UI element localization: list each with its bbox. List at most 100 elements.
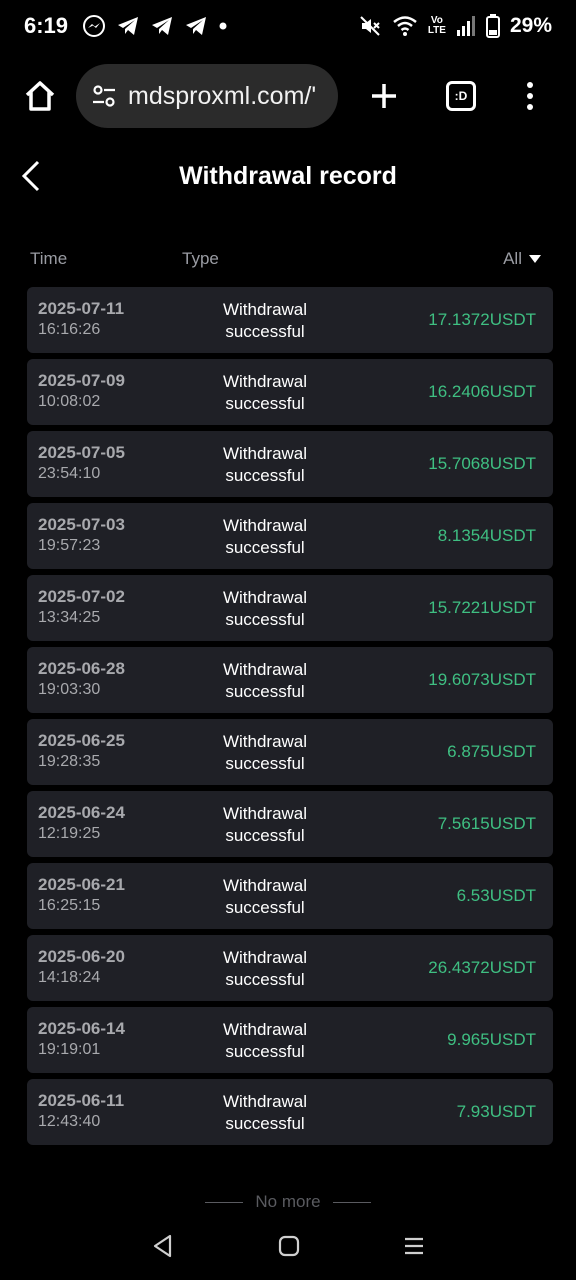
- record-time: 16:16:26: [38, 321, 101, 338]
- dot-icon: [219, 22, 227, 30]
- record-type-line2: successful: [225, 682, 305, 701]
- tab-switcher-button[interactable]: :D: [446, 81, 476, 111]
- url-text: mdsproxml.com/': [128, 81, 317, 110]
- record-row[interactable]: 2025-07-02 13:34:25 Withdrawal successful 15…: [27, 575, 553, 641]
- back-arrow-icon[interactable]: [18, 158, 50, 194]
- site-settings-icon[interactable]: [90, 82, 118, 110]
- notification-icons: [82, 14, 228, 38]
- system-nav-bar: [0, 1212, 576, 1280]
- record-row[interactable]: 2025-07-03 19:57:23 Withdrawal successful 8.…: [27, 503, 553, 569]
- record-date: 2025-06-14: [38, 1019, 125, 1038]
- record-type-line2: successful: [225, 610, 305, 629]
- record-type: Withdrawal successful: [195, 587, 335, 631]
- record-time: 19:28:35: [38, 753, 101, 770]
- column-time: Time: [30, 249, 68, 268]
- menu-dot: [527, 82, 533, 88]
- status-bar: 6:19 Vo LTE 29%: [0, 0, 576, 52]
- record-date: 2025-06-11: [38, 1091, 125, 1110]
- record-amount: 7.93USDT: [456, 1102, 536, 1121]
- record-type-line1: Withdrawal: [222, 804, 308, 823]
- nav-home-icon[interactable]: [277, 1234, 301, 1258]
- record-row[interactable]: 2025-06-28 19:03:30 Withdrawal successful 19…: [27, 647, 553, 713]
- record-time: 13:34:25: [38, 609, 101, 626]
- new-tab-button[interactable]: [364, 76, 404, 116]
- record-date: 2025-06-28: [38, 659, 125, 678]
- menu-dot: [527, 93, 533, 99]
- record-type-line2: successful: [225, 1042, 305, 1061]
- record-type-line1: Withdrawal: [222, 372, 308, 391]
- record-type-line2: successful: [225, 538, 305, 557]
- filter-dropdown[interactable]: All: [503, 249, 542, 269]
- record-time: 14:18:24: [38, 969, 101, 986]
- record-type-line1: Withdrawal: [222, 732, 308, 751]
- record-amount: 15.7068USDT: [428, 454, 536, 473]
- record-amount: 6.875USDT: [447, 742, 536, 761]
- telegram-icon: [152, 17, 173, 35]
- mute-icon: [360, 16, 380, 36]
- record-row[interactable]: 2025-06-21 16:25:15 Withdrawal successful 6.…: [27, 863, 553, 929]
- record-type-line1: Withdrawal: [222, 588, 308, 607]
- record-time: 23:54:10: [38, 465, 101, 482]
- browser-toolbar: mdsproxml.com/' :D: [0, 62, 576, 130]
- no-more-text: No more: [255, 1192, 321, 1211]
- nav-recents-icon[interactable]: [402, 1234, 426, 1258]
- record-type: Withdrawal successful: [195, 731, 335, 775]
- record-type: Withdrawal successful: [195, 515, 335, 559]
- record-type-line2: successful: [225, 1114, 305, 1133]
- record-amount: 16.2406USDT: [428, 382, 536, 401]
- record-time: 10:08:02: [38, 393, 101, 410]
- record-type: Withdrawal successful: [195, 803, 335, 847]
- record-type: Withdrawal successful: [195, 947, 335, 991]
- divider: [332, 1201, 371, 1203]
- telegram-icon: [118, 17, 139, 35]
- record-type-line2: successful: [225, 826, 305, 845]
- record-type-line2: successful: [225, 466, 305, 485]
- record-type: Withdrawal successful: [195, 659, 335, 703]
- telegram-icon: [186, 17, 207, 35]
- battery-icon: [485, 14, 500, 38]
- record-amount: 9.965USDT: [447, 1030, 536, 1049]
- record-date: 2025-07-11: [38, 299, 125, 318]
- browser-menu-button[interactable]: [520, 76, 540, 116]
- records-list: 2025-07-11 16:16:26 Withdrawal successful 17…: [27, 287, 553, 1151]
- record-row[interactable]: 2025-06-25 19:28:35 Withdrawal successful 6.…: [27, 719, 553, 785]
- record-type-line2: successful: [225, 322, 305, 341]
- record-type-line2: successful: [225, 754, 305, 773]
- no-more-indicator: No more: [0, 1190, 576, 1214]
- record-row[interactable]: 2025-07-05 23:54:10 Withdrawal successful 15…: [27, 431, 553, 497]
- record-row[interactable]: 2025-06-11 12:43:40 Withdrawal successful 7.…: [27, 1079, 553, 1145]
- record-date: 2025-06-25: [38, 731, 125, 750]
- record-amount: 15.7221USDT: [428, 598, 536, 617]
- record-date: 2025-07-05: [38, 443, 125, 462]
- nav-back-icon[interactable]: [150, 1233, 176, 1259]
- system-icons: Vo LTE 29%: [358, 14, 552, 38]
- record-row[interactable]: 2025-06-24 12:19:25 Withdrawal successful 7.…: [27, 791, 553, 857]
- record-type-line1: Withdrawal: [222, 300, 308, 319]
- record-date: 2025-07-09: [38, 371, 125, 390]
- record-type-line2: successful: [225, 394, 305, 413]
- filter-label: All: [503, 249, 522, 268]
- record-time: 16:25:15: [38, 897, 101, 914]
- record-type: Withdrawal successful: [195, 1019, 335, 1063]
- record-row[interactable]: 2025-07-09 10:08:02 Withdrawal successful 16…: [27, 359, 553, 425]
- record-time: 12:43:40: [38, 1113, 101, 1130]
- record-type-line2: successful: [225, 898, 305, 917]
- record-type-line2: successful: [225, 970, 305, 989]
- record-type-line1: Withdrawal: [222, 1092, 308, 1111]
- tab-switcher-label: :D: [454, 89, 468, 103]
- record-row[interactable]: 2025-06-20 14:18:24 Withdrawal successful 26…: [27, 935, 553, 1001]
- record-type: Withdrawal successful: [195, 299, 335, 343]
- caret-down-icon: [529, 255, 541, 263]
- column-headers: Time Type All: [0, 242, 576, 276]
- status-time: 6:19: [24, 13, 69, 38]
- record-row[interactable]: 2025-06-14 19:19:01 Withdrawal successful 9.…: [27, 1007, 553, 1073]
- url-bar[interactable]: mdsproxml.com/': [76, 64, 338, 128]
- volte-icon: Vo LTE: [427, 15, 446, 36]
- record-type-line1: Withdrawal: [222, 660, 308, 679]
- divider: [205, 1201, 244, 1203]
- record-date: 2025-06-21: [38, 875, 125, 894]
- record-row[interactable]: 2025-07-11 16:16:26 Withdrawal successful 17…: [27, 287, 553, 353]
- record-amount: 6.53USDT: [456, 886, 536, 905]
- home-button[interactable]: [18, 74, 62, 118]
- page-header: Withdrawal record: [0, 148, 576, 204]
